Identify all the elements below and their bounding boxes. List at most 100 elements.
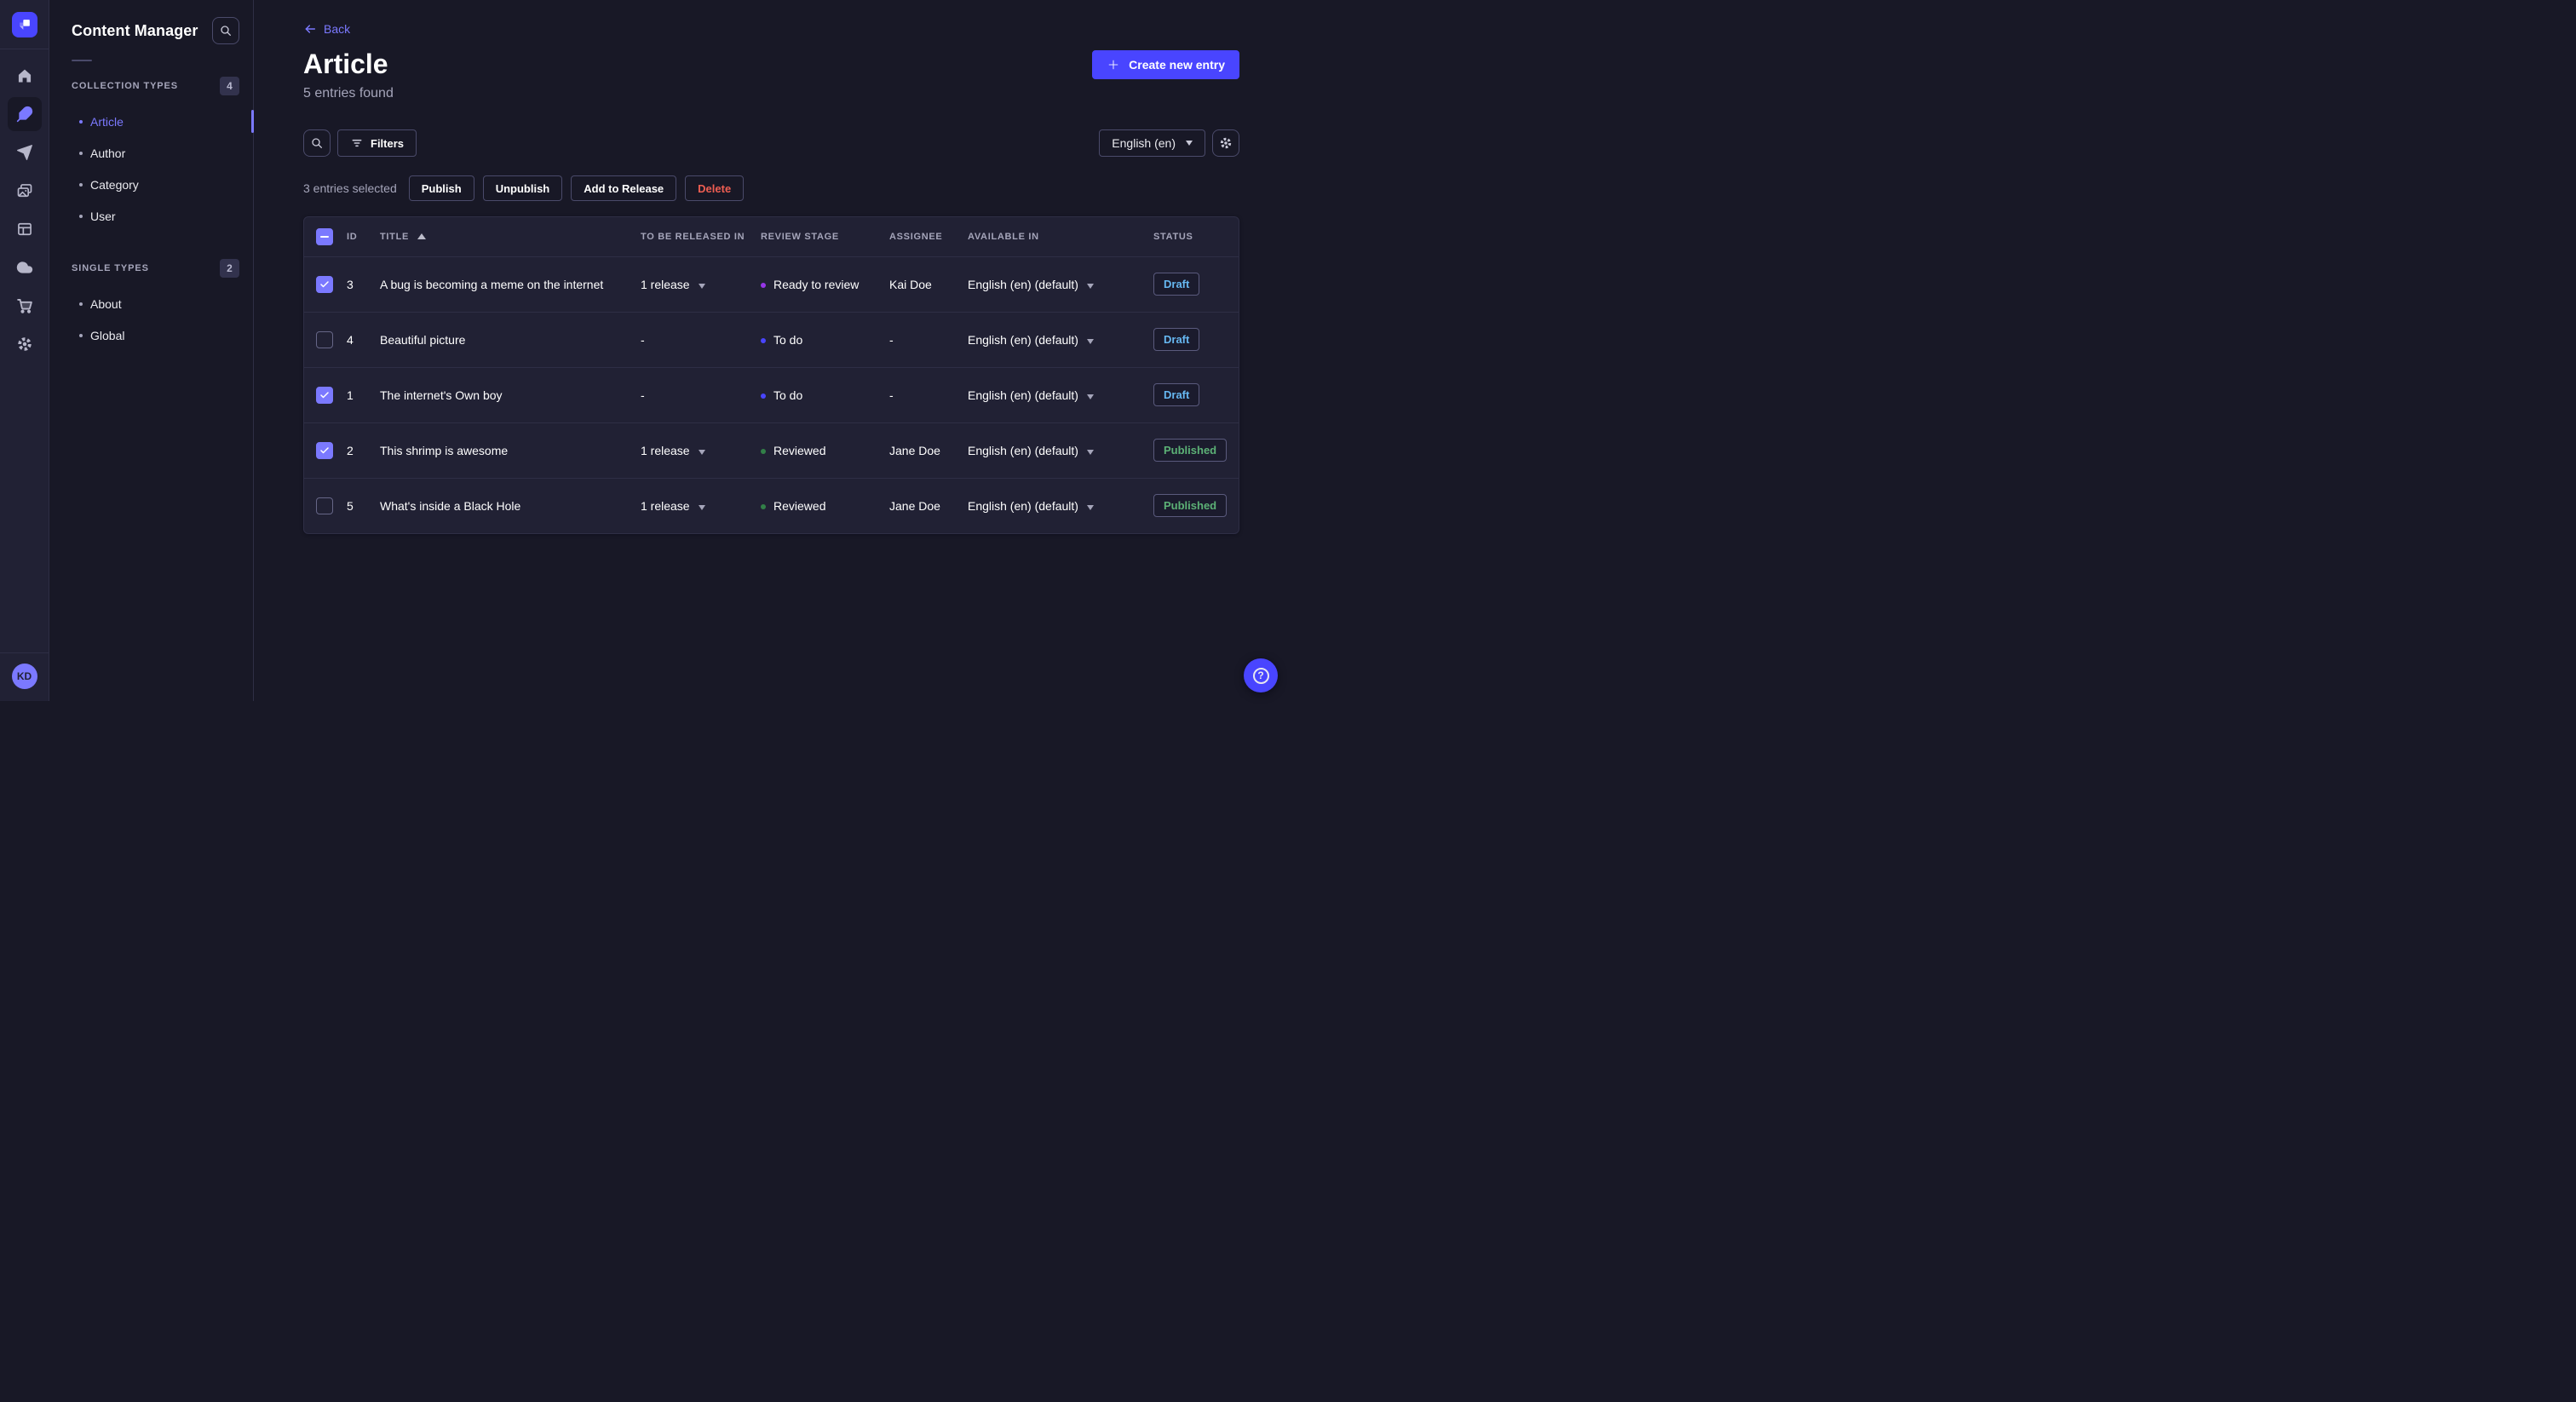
cell-id: 5 [347,477,380,533]
cell-id: 1 [347,366,380,422]
bullet-icon [79,302,83,306]
column-header-to-be-released-in[interactable]: TO BE RELEASED IN [641,217,761,256]
sidebar-icon-list [7,59,42,361]
row-checkbox[interactable] [316,441,333,459]
subnav-header: Content Manager [49,17,253,44]
back-label: Back [324,22,351,36]
subnav-item-user[interactable]: User [49,200,253,232]
subnav-item-author[interactable]: Author [49,137,253,169]
cell-release[interactable]: 1 release [641,477,761,533]
collection-types-section: COLLECTION TYPES 4 Article Author Catego… [49,72,254,232]
add-to-release-button[interactable]: Add to Release [571,175,677,201]
create-new-entry-button[interactable]: Create new entry [1092,49,1239,79]
table-row-5[interactable]: 5 What's inside a Black Hole 1 release R… [304,477,1239,533]
settings-gear-icon[interactable] [8,327,42,361]
content-manager-feather-icon[interactable] [7,97,42,131]
cell-review-stage: Reviewed [761,477,889,533]
table-header-row: ID TITLE TO BE RELEASED IN REVIEW STAGE … [304,217,1239,256]
column-header-status[interactable]: STATUS [1153,217,1239,256]
column-header-review-stage[interactable]: REVIEW STAGE [761,217,889,256]
delete-button[interactable]: Delete [685,175,745,201]
cell-assignee: Jane Doe [889,477,968,533]
create-new-entry-label: Create new entry [1129,57,1225,72]
column-header-available-in[interactable]: AVAILABLE IN [968,217,1153,256]
cell-id: 2 [347,422,380,478]
chevron-down-icon [1086,338,1094,344]
bullet-icon [79,151,83,155]
search-icon[interactable] [212,17,239,44]
deploy-cloud-icon[interactable] [8,250,42,284]
sidebar-bottom-divider [0,652,49,653]
plus-icon [1107,58,1120,72]
subnav-item-about[interactable]: About [49,288,253,319]
table-row-1[interactable]: 1 The internet's Own boy - To do - Engli… [304,366,1239,422]
releases-paper-plane-icon[interactable] [8,135,42,170]
single-types-section: SINGLE TYPES 2 About Global [49,254,253,351]
filter-icon [350,136,364,150]
help-button[interactable]: ? [1244,658,1278,692]
cell-title: The internet's Own boy [380,366,641,422]
chevron-down-icon [1086,283,1094,289]
chevron-down-icon [1086,504,1094,510]
cell-assignee: Kai Doe [889,256,968,312]
media-library-images-icon[interactable] [8,174,42,208]
arrow-left-icon [305,25,316,33]
select-all-checkbox[interactable] [316,227,333,245]
user-avatar[interactable]: KD [11,664,37,689]
cell-assignee: Jane Doe [889,422,968,478]
column-header-id[interactable]: ID [347,217,380,256]
search-icon[interactable] [303,129,331,157]
strapi-logo-icon[interactable] [11,12,37,37]
cell-available-in[interactable]: English (en) (default) [968,256,1153,312]
cell-review-stage: To do [761,366,889,422]
cell-assignee: - [889,311,968,367]
home-icon[interactable] [8,59,42,93]
cell-title: Beautiful picture [380,311,641,367]
cell-available-in[interactable]: English (en) (default) [968,311,1153,367]
content-type-builder-layout-icon[interactable] [8,212,42,246]
stage-dot-icon [761,448,766,454]
row-checkbox[interactable] [316,386,333,404]
main-nav-sidebar: KD [0,0,49,701]
subnav-item-global[interactable]: Global [49,319,253,351]
subnav-item-category[interactable]: Category [49,169,253,200]
stage-dot-icon [761,503,766,509]
page-title: Article [303,49,388,79]
cell-title: A bug is becoming a meme on the internet [380,256,641,312]
cell-release[interactable]: 1 release [641,256,761,312]
row-checkbox[interactable] [316,275,333,293]
cell-title: What's inside a Black Hole [380,477,641,533]
status-badge: Draft [1153,273,1200,296]
cell-available-in[interactable]: English (en) (default) [968,422,1153,478]
cell-release[interactable]: - [641,311,761,367]
cell-available-in[interactable]: English (en) (default) [968,477,1153,533]
cell-release[interactable]: - [641,366,761,422]
row-checkbox[interactable] [316,497,333,514]
collection-types-label: COLLECTION TYPES [72,81,179,91]
entries-table-card: ID TITLE TO BE RELEASED IN REVIEW STAGE … [303,216,1239,534]
publish-button[interactable]: Publish [408,175,474,201]
unpublish-button[interactable]: Unpublish [482,175,563,201]
collection-types-count-badge: 4 [220,77,239,95]
marketplace-cart-icon[interactable] [8,289,42,323]
entries-count-subtitle: 5 entries found [303,86,394,101]
app-root: KD Content Manager COLLECTION TYPES 4 Ar… [0,0,1288,701]
locale-select[interactable]: English (en) [1099,129,1205,157]
cell-id: 4 [347,311,380,367]
column-header-title[interactable]: TITLE [380,217,641,256]
cell-assignee: - [889,366,968,422]
collection-types-list: Article Author Category User [49,106,254,232]
table-row-2[interactable]: 2 This shrimp is awesome 1 release Revie… [304,422,1239,478]
row-checkbox[interactable] [316,330,333,348]
table-row-3[interactable]: 3 A bug is becoming a meme on the intern… [304,256,1239,312]
filters-button[interactable]: Filters [337,129,417,157]
cell-release[interactable]: 1 release [641,422,761,478]
subnav-item-article[interactable]: Article [49,106,254,137]
cell-available-in[interactable]: English (en) (default) [968,366,1153,422]
chevron-down-icon [698,504,705,510]
subnav-title: Content Manager [72,21,198,39]
back-link[interactable]: Back [303,22,350,36]
view-settings-gear-icon[interactable] [1212,129,1239,157]
table-row-4[interactable]: 4 Beautiful picture - To do - English (e… [304,311,1239,367]
column-header-assignee[interactable]: ASSIGNEE [889,217,968,256]
